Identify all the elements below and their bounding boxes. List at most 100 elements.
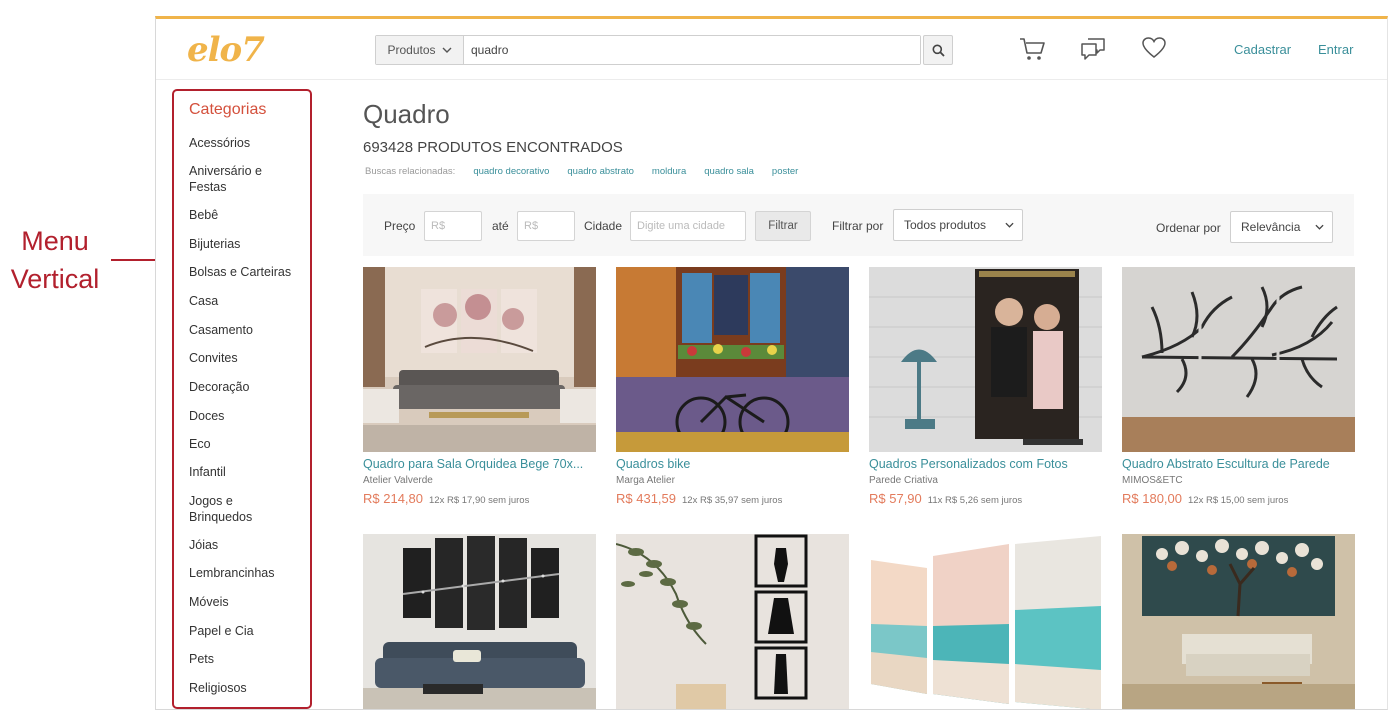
price-value: R$ 57,90 [869, 491, 922, 506]
price-min-input[interactable]: R$ [424, 211, 482, 241]
search-icon [932, 44, 945, 57]
page-title: Quadro [363, 99, 450, 129]
related-link[interactable]: quadro sala [704, 166, 754, 177]
price-value: R$ 431,59 [616, 491, 676, 506]
order-by-label: Ordenar por [1156, 221, 1221, 235]
city-input[interactable]: Digite uma cidade [630, 211, 746, 241]
site-logo[interactable]: elo7 [187, 30, 265, 70]
annotation-line1: Menu [21, 226, 89, 256]
product-card[interactable]: Quadro Abstrato Escultura de Parede MIMO… [1122, 267, 1355, 506]
related-link[interactable]: quadro decorativo [473, 166, 549, 177]
search-scope-select[interactable]: Produtos [376, 36, 464, 64]
product-price: R$ 431,59 12x R$ 35,97 sem juros [616, 491, 849, 506]
sidebar-item-infantil[interactable]: Infantil [189, 465, 226, 481]
filter-by-label: Filtrar por [832, 219, 884, 233]
sidebar-title: Categorias [189, 101, 267, 118]
product-title[interactable]: Quadros Personalizados com Fotos [869, 457, 1102, 471]
product-store[interactable]: Atelier Valverde [363, 475, 596, 486]
annotation-pointer [111, 259, 159, 261]
chevron-down-icon [1315, 224, 1324, 230]
related-link[interactable]: quadro abstrato [567, 166, 634, 177]
product-card[interactable] [363, 534, 596, 709]
filter-button[interactable]: Filtrar [755, 211, 811, 241]
product-image-photo[interactable] [869, 267, 1102, 452]
price-label: Preço [384, 219, 416, 233]
sidebar-item-bolsas[interactable]: Bolsas e Carteiras [189, 265, 291, 281]
product-image-tree[interactable] [1122, 267, 1355, 452]
sidebar-item-acessorios[interactable]: Acessórios [189, 136, 250, 152]
search-scope-label: Produtos [387, 43, 436, 57]
installments: 11x R$ 5,26 sem juros [927, 495, 1023, 506]
sidebar-item-casamento[interactable]: Casamento [189, 323, 253, 339]
product-image-beach[interactable] [869, 534, 1102, 709]
order-by-value: Relevância [1241, 220, 1301, 234]
sidebar-item-papel[interactable]: Papel e Cia [189, 624, 254, 640]
product-title[interactable]: Quadro Abstrato Escultura de Parede [1122, 457, 1355, 471]
product-price: R$ 180,00 12x R$ 15,00 sem juros [1122, 491, 1355, 506]
product-card[interactable]: Quadros bike Marga Atelier R$ 431,59 12x … [616, 267, 849, 506]
sidebar-item-doces[interactable]: Doces [189, 409, 224, 425]
product-card[interactable]: Quadros Personalizados com Fotos Parede … [869, 267, 1102, 506]
product-card[interactable] [616, 534, 849, 709]
signup-link[interactable]: Cadastrar [1234, 42, 1291, 57]
sidebar-item-convites[interactable]: Convites [189, 351, 238, 367]
product-image-blossom[interactable] [1122, 534, 1355, 709]
sidebar-item-bebe[interactable]: Bebê [189, 208, 218, 224]
sidebar-item-aniversario[interactable]: Aniversário e Festas [189, 164, 289, 195]
product-title[interactable]: Quadro para Sala Orquidea Bege 70x... [363, 457, 596, 471]
sidebar-item-moveis[interactable]: Móveis [189, 595, 229, 611]
favorites-button[interactable] [1141, 36, 1169, 62]
price-value: R$ 214,80 [363, 491, 423, 506]
annotation-line2: Vertical [10, 264, 100, 294]
sidebar-item-joias[interactable]: Jóias [189, 538, 218, 554]
site-header: elo7 Produtos Cadastrar Entrar [156, 19, 1387, 80]
sidebar-item-bijuterias[interactable]: Bijuterias [189, 237, 240, 253]
filter-bar: Preço R$ até R$ Cidade Digite uma cidade… [363, 194, 1354, 256]
product-store[interactable]: Marga Atelier [616, 475, 849, 486]
filter-by-value: Todos produtos [904, 218, 987, 232]
related-link[interactable]: poster [772, 166, 798, 177]
category-sidebar: Categorias Acessórios Aniversário e Fest… [172, 89, 312, 709]
related-label: Buscas relacionadas: [365, 166, 456, 177]
price-max-input[interactable]: R$ [517, 211, 575, 241]
product-image-bike[interactable] [616, 267, 849, 452]
product-card[interactable] [869, 534, 1102, 709]
related-link[interactable]: moldura [652, 166, 686, 177]
search-bar: Produtos [375, 35, 921, 65]
product-image-orchid[interactable] [363, 267, 596, 452]
chevron-down-icon [442, 47, 452, 53]
results-count: 693428 PRODUTOS ENCONTRADOS [363, 139, 623, 156]
product-price: R$ 57,90 11x R$ 5,26 sem juros [869, 491, 1102, 506]
sidebar-item-jogos[interactable]: Jogos e Brinquedos [189, 494, 279, 525]
price-to-label: até [492, 219, 509, 233]
messages-button[interactable] [1079, 36, 1107, 62]
browser-page: elo7 Produtos Cadastrar Entrar Categoria… [155, 16, 1388, 710]
product-title[interactable]: Quadros bike [616, 457, 849, 471]
order-by-select[interactable]: Relevância [1230, 211, 1333, 243]
sidebar-item-pets[interactable]: Pets [189, 652, 214, 668]
product-card[interactable] [1122, 534, 1355, 709]
login-link[interactable]: Entrar [1318, 42, 1353, 57]
installments: 12x R$ 15,00 sem juros [1188, 495, 1289, 506]
price-value: R$ 180,00 [1122, 491, 1182, 506]
sidebar-item-casa[interactable]: Casa [189, 294, 218, 310]
cart-icon [1020, 38, 1045, 60]
product-store[interactable]: Parede Criativa [869, 475, 1102, 486]
city-label: Cidade [584, 219, 623, 233]
filter-by-select[interactable]: Todos produtos [893, 209, 1023, 241]
sidebar-item-decoracao[interactable]: Decoração [189, 380, 249, 396]
heart-icon [1142, 37, 1166, 58]
product-image-silhouette[interactable] [616, 534, 849, 709]
related-searches: Buscas relacionadas: quadro decorativo q… [365, 166, 798, 177]
sidebar-item-lembrancinhas[interactable]: Lembrancinhas [189, 566, 274, 582]
sidebar-item-religiosos[interactable]: Religiosos [189, 681, 247, 697]
annotation-label: Menu Vertical [0, 222, 110, 298]
product-card[interactable]: Quadro para Sala Orquidea Bege 70x... At… [363, 267, 596, 506]
cart-button[interactable] [1018, 36, 1046, 62]
product-price: R$ 214,80 12x R$ 17,90 sem juros [363, 491, 596, 506]
sidebar-item-eco[interactable]: Eco [189, 437, 211, 453]
search-button[interactable] [923, 35, 953, 65]
search-input[interactable] [464, 36, 920, 64]
product-image-bridge[interactable] [363, 534, 596, 709]
product-store[interactable]: MIMOS&ETC [1122, 475, 1355, 486]
